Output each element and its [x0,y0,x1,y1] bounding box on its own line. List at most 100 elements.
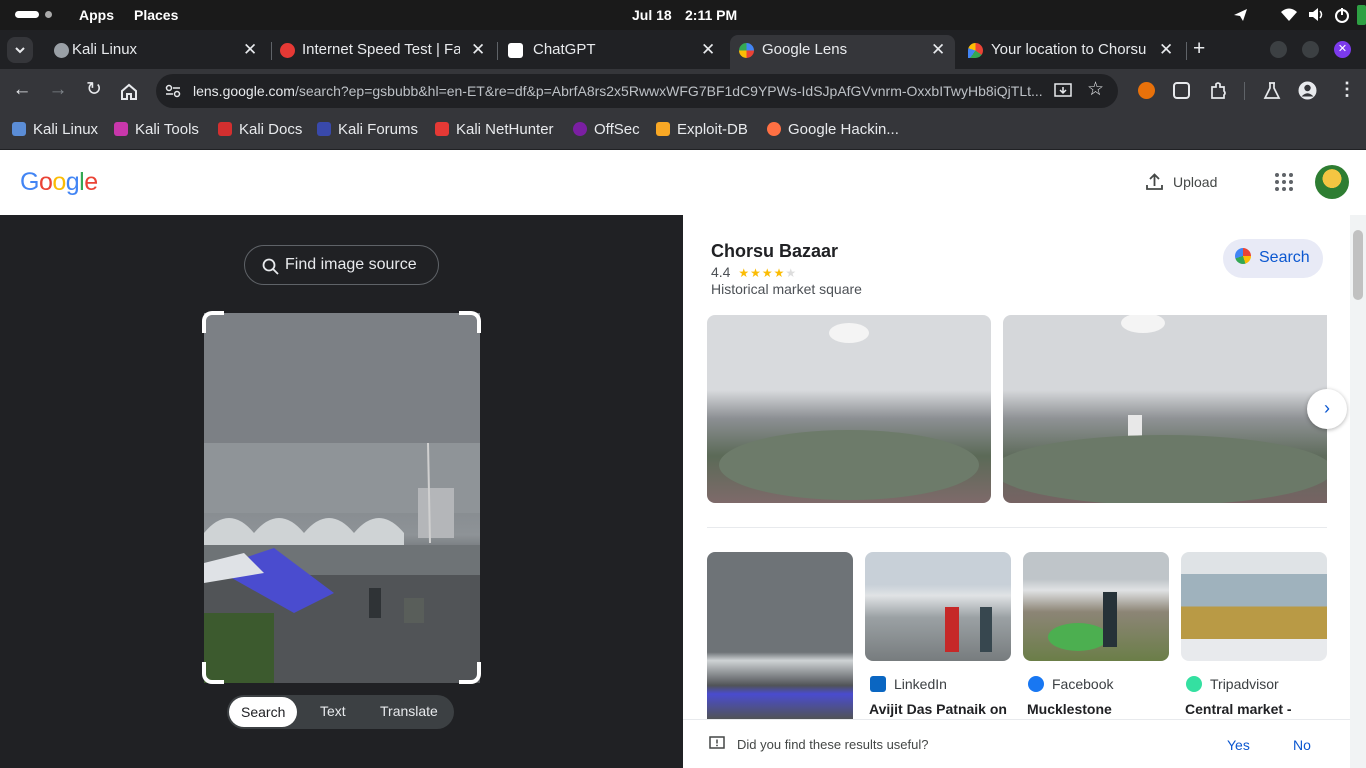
visual-match-source-1[interactable]: LinkedIn [870,676,947,692]
result-subtitle: Historical market square [711,281,862,297]
place-photo-2[interactable] [1003,315,1327,503]
bookmark-kali-nethunter[interactable]: Kali NetHunter [435,121,554,138]
activities-indicator[interactable] [15,11,52,19]
volume-icon[interactable] [1308,7,1324,22]
address-bar[interactable]: lens.google.com/search?ep=gsbubb&hl=en-E… [156,74,1118,108]
visual-match-image-1[interactable] [865,552,1011,661]
crop-handle-top-right[interactable] [459,311,481,333]
home-icon[interactable] [120,83,138,100]
places-menu[interactable]: Places [134,7,178,23]
tab-google-lens[interactable]: Google Lens ✕ [730,35,955,69]
bookmark-exploit-db[interactable]: Exploit-DB [656,121,748,138]
crop-handle-bottom-left[interactable] [202,662,224,684]
profile-icon[interactable] [1298,81,1317,100]
google-logo[interactable]: Google [20,168,98,197]
account-avatar[interactable] [1315,165,1349,199]
tab-title: Your location to Chorsu [991,41,1147,58]
bookmark-kali-linux[interactable]: Kali Linux [12,121,98,138]
visual-match-title-2[interactable]: Mucklestone [1027,701,1112,717]
result-title[interactable]: Chorsu Bazaar [711,241,838,262]
bookmark-offsec[interactable]: OffSec [573,121,640,138]
tab-title: Kali Linux [72,41,138,58]
reload-icon[interactable]: ↻ [83,80,105,100]
bookmark-star-icon[interactable]: ☆ [1087,78,1104,101]
forward-arrow-icon[interactable]: → [47,80,69,100]
query-image[interactable] [204,313,480,683]
bookmark-kali-forums[interactable]: Kali Forums [317,121,418,138]
url-text[interactable]: lens.google.com/search?ep=gsbubb&hl=en-E… [193,83,1043,99]
minimize-button[interactable] [1270,41,1287,58]
battery-icon[interactable] [1357,5,1366,25]
mode-text-tab[interactable]: Text [320,703,346,719]
visual-match-image-0[interactable] [707,552,853,719]
close-icon[interactable]: ✕ [1159,40,1173,60]
bookmark-kali-tools[interactable]: Kali Tools [114,121,199,138]
tab-maps[interactable]: Your location to Chorsu ✕ [960,35,1185,66]
back-arrow-icon[interactable]: ← [11,80,33,100]
time-label[interactable]: 2:11 PM [685,7,737,23]
maps-pin-icon [968,43,983,58]
tab-chatgpt[interactable]: ChatGPT ✕ [498,35,726,66]
menu-kebab-icon[interactable]: ⋮ [1338,79,1356,100]
close-icon[interactable]: ✕ [931,40,945,60]
send-icon[interactable] [1233,8,1248,22]
scrollbar-thumb[interactable] [1353,230,1363,300]
close-icon[interactable]: ✕ [701,40,715,60]
extension-icon[interactable] [1173,82,1190,99]
toolbar-divider [1244,82,1245,100]
vegetables-photo [1048,592,1117,651]
upload-label: Upload [1173,174,1218,190]
crop-handle-bottom-right[interactable] [459,662,481,684]
place-photo-1[interactable] [707,315,991,503]
install-app-icon[interactable] [1054,82,1072,100]
rating-value: 4.4 [711,264,731,280]
bookmark-google-hacking[interactable]: Google Hackin... [767,121,899,138]
find-image-source-button[interactable]: Find image source [244,245,439,285]
puzzle-extensions-icon[interactable] [1209,81,1228,100]
google-search-button[interactable]: Search [1223,239,1323,278]
chatgpt-icon [508,43,523,58]
tab-strip: Kali Linux ✕ Internet Speed Test | Fast … [0,30,1366,69]
site-info-icon[interactable] [165,84,181,98]
crop-handle-top-left[interactable] [202,311,224,333]
apps-grid-icon[interactable] [1275,173,1293,191]
new-tab-plus-icon[interactable]: + [1193,37,1205,61]
bookmark-label: Kali Forums [338,121,419,138]
tab-title: ChatGPT [533,41,596,58]
visual-match-source-2[interactable]: Facebook [1028,676,1113,692]
visual-match-image-2[interactable] [1023,552,1169,661]
next-chevron-icon[interactable]: › [1307,389,1347,429]
close-icon[interactable]: ✕ [471,40,485,60]
bookmark-label: OffSec [594,121,640,138]
visual-match-title-1[interactable]: Avijit Das Patnaik on [869,701,1007,717]
labs-flask-icon[interactable] [1263,81,1281,100]
visual-match-source-3[interactable]: Tripadvisor [1186,676,1279,692]
mode-translate-tab[interactable]: Translate [380,703,438,719]
date-label[interactable]: Jul 18 [632,7,672,23]
bookmark-label: Kali Docs [239,121,303,138]
visual-match-image-3[interactable] [1181,552,1327,661]
bookmarks-bar: Kali Linux Kali Tools Kali Docs Kali For… [0,113,1366,150]
feedback-yes-button[interactable]: Yes [1227,737,1250,753]
tab-divider [1186,42,1187,60]
upload-button[interactable]: Upload [1140,166,1226,198]
market-photo [204,313,480,683]
rating-stars: ★★★★★ [738,266,798,280]
feedback-no-button[interactable]: No [1293,737,1311,753]
find-image-source-label: Find image source [285,256,417,273]
tab-search-button[interactable] [7,37,33,63]
power-icon[interactable] [1334,7,1350,23]
bookmark-kali-docs[interactable]: Kali Docs [218,121,302,138]
maximize-button[interactable] [1302,41,1319,58]
feedback-icon [709,736,725,749]
wifi-icon[interactable] [1280,7,1298,22]
apps-menu[interactable]: Apps [79,7,114,23]
close-window-button[interactable]: ✕ [1334,41,1351,58]
mode-search-tab[interactable]: Search [229,697,298,727]
tab-kali-linux[interactable]: Kali Linux ✕ [40,35,266,66]
cookie-extension-icon[interactable] [1138,82,1155,99]
close-icon[interactable]: ✕ [243,40,257,60]
visual-match-title-3[interactable]: Central market - [1185,701,1292,717]
tab-title: Internet Speed Test | Fast [302,41,460,58]
tab-speed-test[interactable]: Internet Speed Test | Fast ✕ [272,35,496,66]
